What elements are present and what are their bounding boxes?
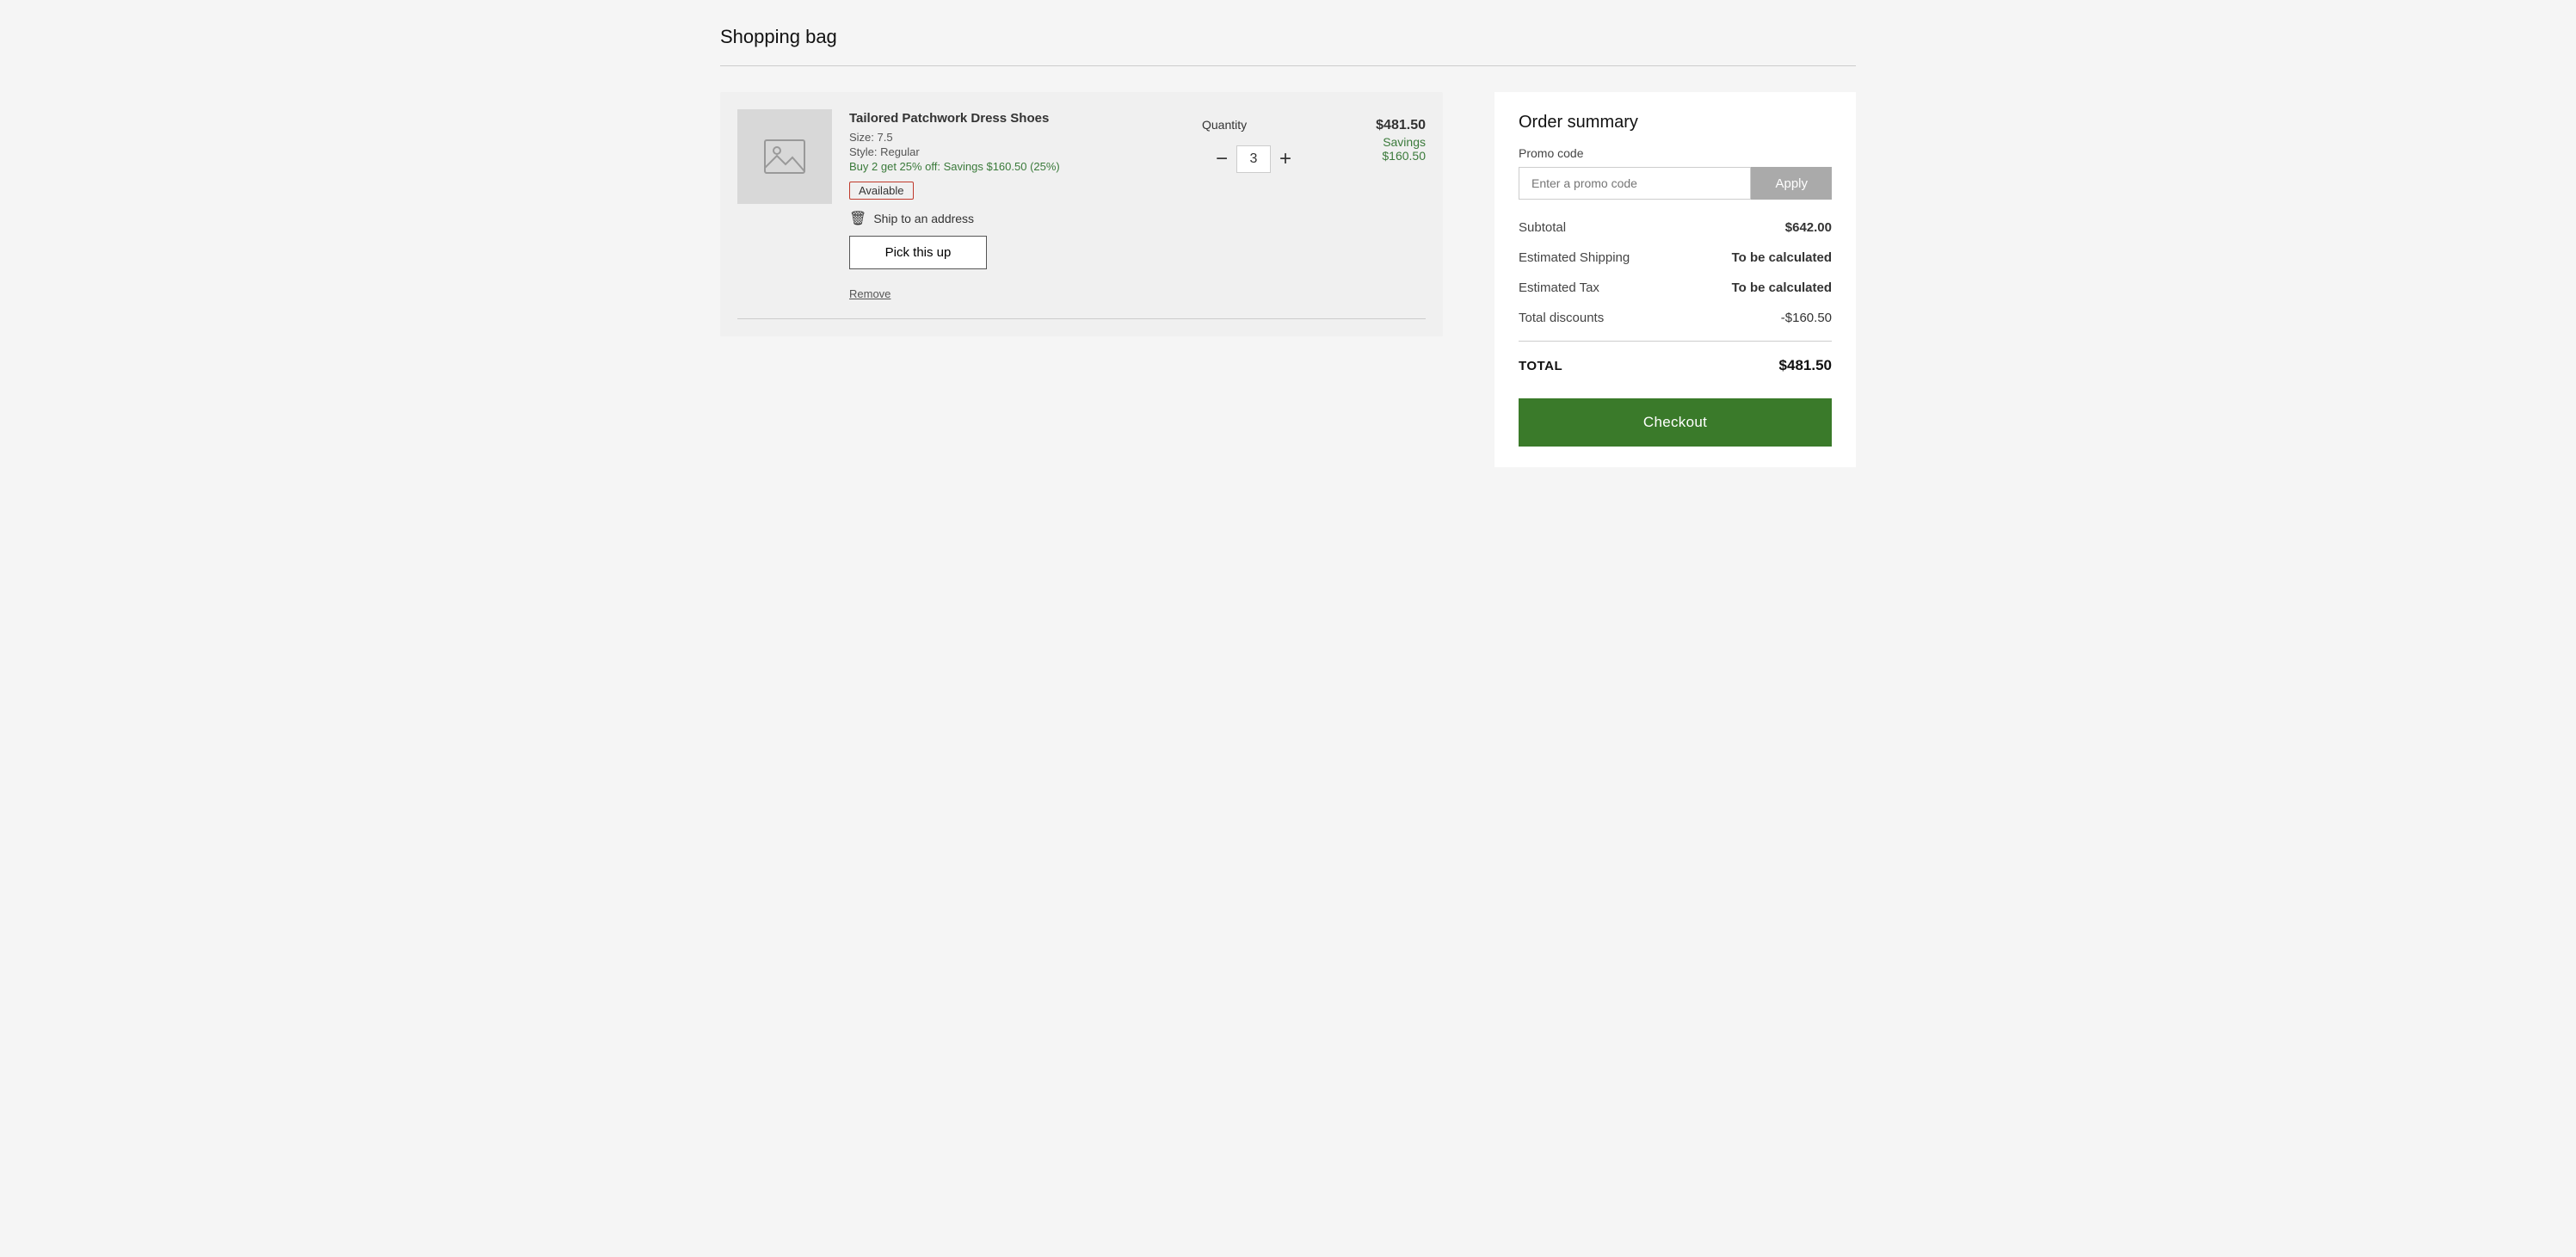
savings-amount: $160.50 <box>1322 149 1426 163</box>
savings-label: Savings <box>1322 135 1426 149</box>
tax-line: Estimated Tax To be calculated <box>1519 280 1832 295</box>
remove-button[interactable]: Remove <box>849 287 891 300</box>
total-line: TOTAL $481.50 <box>1519 357 1832 374</box>
checkout-button[interactable]: Checkout <box>1519 398 1832 447</box>
product-size: Size: 7.5 <box>849 131 1185 144</box>
quantity-section: Quantity − 3 + <box>1202 109 1305 301</box>
image-placeholder-icon <box>763 135 806 178</box>
availability-badge: Available <box>849 182 914 200</box>
shipping-icon: 🗑 <box>849 210 866 227</box>
price-section: $481.50 Savings $160.50 <box>1322 109 1426 301</box>
total-value: $481.50 <box>1779 357 1832 374</box>
product-price: $481.50 <box>1322 118 1426 133</box>
quantity-controls: − 3 + <box>1207 144 1300 175</box>
product-promo: Buy 2 get 25% off: Savings $160.50 (25%) <box>849 160 1185 173</box>
discounts-value: -$160.50 <box>1781 311 1832 325</box>
discounts-label: Total discounts <box>1519 311 1604 325</box>
pick-up-button[interactable]: Pick this up <box>849 236 987 269</box>
total-label: TOTAL <box>1519 359 1562 373</box>
promo-input[interactable] <box>1519 167 1751 200</box>
cart-section: Tailored Patchwork Dress Shoes Size: 7.5… <box>720 92 1443 336</box>
shipping-value: To be calculated <box>1732 250 1832 265</box>
shipping-label: Estimated Shipping <box>1519 250 1630 265</box>
subtotal-line: Subtotal $642.00 <box>1519 220 1832 235</box>
subtotal-value: $642.00 <box>1785 220 1832 235</box>
product-style: Style: Regular <box>849 145 1185 158</box>
quantity-label: Quantity <box>1202 118 1247 132</box>
shipping-row: 🗑 Ship to an address <box>849 210 1185 227</box>
summary-divider <box>1519 341 1832 342</box>
tax-label: Estimated Tax <box>1519 280 1599 295</box>
product-details: Tailored Patchwork Dress Shoes Size: 7.5… <box>849 109 1185 301</box>
main-layout: Tailored Patchwork Dress Shoes Size: 7.5… <box>720 92 1856 467</box>
promo-row: Apply <box>1519 167 1832 200</box>
product-name: Tailored Patchwork Dress Shoes <box>849 109 1185 127</box>
page-title: Shopping bag <box>720 26 1856 48</box>
quantity-value: 3 <box>1236 145 1271 173</box>
product-image <box>737 109 832 204</box>
promo-label: Promo code <box>1519 146 1832 160</box>
cart-item: Tailored Patchwork Dress Shoes Size: 7.5… <box>737 109 1426 319</box>
shipping-option-label: Ship to an address <box>873 212 974 225</box>
quantity-increase-button[interactable]: + <box>1271 144 1300 175</box>
tax-value: To be calculated <box>1732 280 1832 295</box>
page-divider <box>720 65 1856 66</box>
order-summary-title: Order summary <box>1519 113 1832 132</box>
discounts-line: Total discounts -$160.50 <box>1519 311 1832 325</box>
subtotal-label: Subtotal <box>1519 220 1566 235</box>
quantity-decrease-button[interactable]: − <box>1207 144 1236 175</box>
order-summary-section: Order summary Promo code Apply Subtotal … <box>1494 92 1856 467</box>
shipping-line: Estimated Shipping To be calculated <box>1519 250 1832 265</box>
apply-button[interactable]: Apply <box>1751 167 1832 200</box>
